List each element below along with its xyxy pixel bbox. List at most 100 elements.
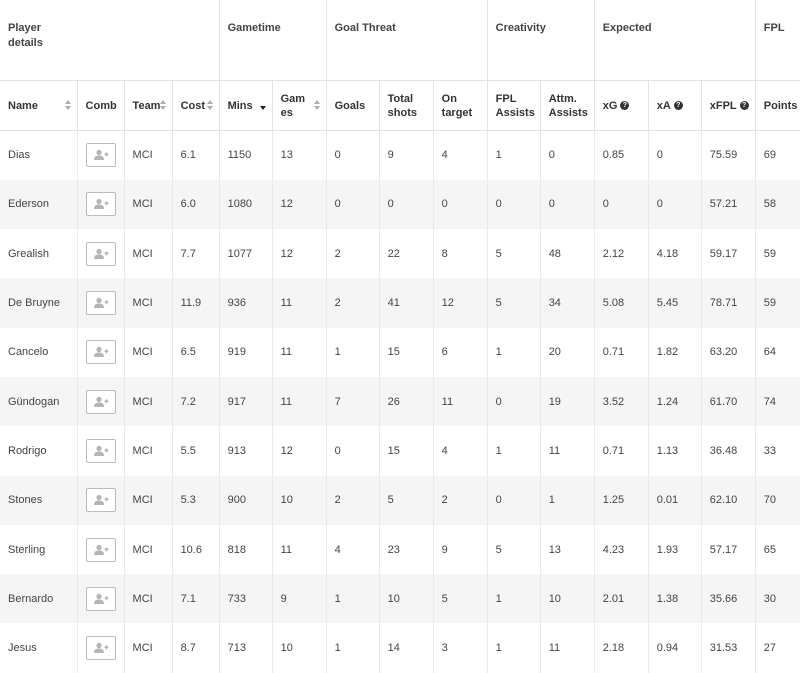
cell-team: MCI (124, 179, 173, 230)
cell-fplassists: 1 (487, 426, 541, 476)
sort-arrows-icon[interactable] (64, 100, 71, 112)
cell-shots: 9 (379, 130, 434, 180)
sort-arrows-icon[interactable] (159, 100, 166, 112)
cell-team: MCI (124, 376, 173, 427)
cell-cost: 7.1 (172, 574, 220, 624)
cell-ontarget: 3 (433, 623, 488, 673)
cell-attm: 48 (540, 229, 595, 279)
sort-arrows-icon[interactable] (206, 100, 213, 112)
column-header-attm[interactable]: Attm. Assists (540, 80, 595, 131)
add-player-comb-button[interactable] (85, 438, 116, 463)
column-header-shots[interactable]: Total shots (379, 80, 434, 131)
cell-cost: 10.6 (172, 524, 220, 575)
column-header-points[interactable]: Points (755, 80, 800, 131)
add-player-comb-button[interactable] (85, 192, 116, 217)
add-player-comb-button[interactable] (85, 143, 116, 168)
cell-games: 11 (272, 327, 327, 377)
cell-team: MCI (124, 327, 173, 377)
column-header-team[interactable]: Team (124, 80, 173, 131)
column-header-xfpl[interactable]: xFPL? (701, 80, 756, 131)
table-row: Ederson MCI 6.0 1080 12 0 0 0 0 0 0 0 57.21 58 (0, 179, 800, 230)
column-header-name[interactable]: Name (0, 80, 78, 131)
cell-cost: 6.5 (172, 327, 220, 377)
column-header-ontarget[interactable]: On target (433, 80, 488, 131)
cell-goals: 0 (326, 130, 380, 180)
cell-points: 64 (755, 327, 800, 377)
add-player-comb-button[interactable] (85, 340, 116, 365)
cell-points: 58 (755, 179, 800, 230)
cell-attm: 0 (540, 179, 595, 230)
cell-fplassists: 1 (487, 574, 541, 624)
cell-xfpl: 31.53 (701, 623, 756, 673)
cell-fplassists: 1 (487, 623, 541, 673)
cell-xfpl: 36.48 (701, 426, 756, 476)
cell-games: 11 (272, 524, 327, 575)
cell-xfpl: 75.59 (701, 130, 756, 180)
table-row: Dias MCI 6.1 1150 13 0 9 4 1 0 0.85 0 75.59 69 (0, 130, 800, 180)
cell-cost: 6.0 (172, 179, 220, 230)
add-player-comb-button[interactable] (85, 241, 116, 266)
player-name-cell: De Bruyne (0, 278, 78, 328)
player-name-cell: Cancelo (0, 327, 78, 377)
table-row: Gündogan MCI 7.2 917 11 7 26 11 0 19 3.52 1.24 61.70… (0, 376, 800, 427)
cell-points: 59 (755, 278, 800, 328)
table-row: Grealish MCI 7.7 1077 12 2 22 8 5 48 2.12 4.18 59.17… (0, 229, 800, 279)
group-header: FPL (755, 0, 800, 81)
add-player-comb-button[interactable] (85, 389, 116, 414)
sort-desc-icon[interactable] (259, 100, 266, 112)
cell-cost: 5.3 (172, 475, 220, 525)
cell-ontarget: 9 (433, 524, 488, 575)
cell-goals: 1 (326, 623, 380, 673)
cell-team: MCI (124, 475, 173, 525)
player-name-cell: Bernardo (0, 574, 78, 624)
comb-cell (77, 327, 125, 377)
column-header-comb[interactable]: Comb (77, 80, 125, 131)
column-header-cost[interactable]: Cost (172, 80, 220, 131)
cell-team: MCI (124, 278, 173, 328)
add-player-comb-button[interactable] (85, 636, 116, 661)
cell-points: 70 (755, 475, 800, 525)
add-player-comb-button[interactable] (85, 488, 116, 513)
cell-shots: 5 (379, 475, 434, 525)
column-header-goals[interactable]: Goals (326, 80, 380, 131)
cell-goals: 2 (326, 475, 380, 525)
question-icon[interactable]: ? (620, 101, 630, 111)
cell-xg: 0.71 (594, 327, 649, 377)
comb-cell (77, 524, 125, 575)
add-player-comb-button[interactable] (85, 586, 116, 611)
comb-cell (77, 623, 125, 673)
sort-arrows-icon[interactable] (313, 100, 320, 112)
column-header-label: Comb (85, 99, 117, 112)
column-header-label: Name (8, 99, 38, 112)
cell-attm: 1 (540, 475, 595, 525)
add-user-icon (93, 297, 109, 309)
cell-attm: 19 (540, 376, 595, 427)
add-user-icon (93, 150, 109, 161)
cell-ontarget: 0 (433, 179, 488, 230)
column-header-xg[interactable]: xG? (594, 80, 649, 131)
column-header-mins[interactable]: Mins (219, 80, 273, 131)
cell-cost: 11.9 (172, 278, 220, 328)
column-header-label: xA (656, 99, 671, 112)
add-player-comb-button[interactable] (85, 291, 116, 316)
add-user-icon (93, 445, 109, 456)
column-header-label: Cost (180, 99, 206, 112)
question-icon[interactable]: ? (739, 101, 749, 111)
cell-team: MCI (124, 623, 173, 673)
cell-mins: 900 (219, 475, 273, 525)
cell-goals: 1 (326, 327, 380, 377)
question-icon[interactable]: ? (673, 101, 683, 111)
add-player-comb-button[interactable] (85, 537, 116, 562)
cell-goals: 1 (326, 574, 380, 624)
cell-attm: 34 (540, 278, 595, 328)
column-header-xa[interactable]: xA? (648, 80, 702, 131)
column-header-games[interactable]: Games (272, 80, 327, 131)
cell-ontarget: 4 (433, 130, 488, 180)
group-header: Creativity (487, 0, 595, 81)
column-header-fplassists[interactable]: FPL Assists (487, 80, 541, 131)
group-header: Gametime (219, 0, 327, 81)
cell-xfpl: 61.70 (701, 376, 756, 427)
table-row: Bernardo MCI 7.1 733 9 1 10 5 1 10 2.01 1.38 35.66 30 (0, 574, 800, 624)
cell-games: 10 (272, 623, 327, 673)
comb-cell (77, 229, 125, 279)
